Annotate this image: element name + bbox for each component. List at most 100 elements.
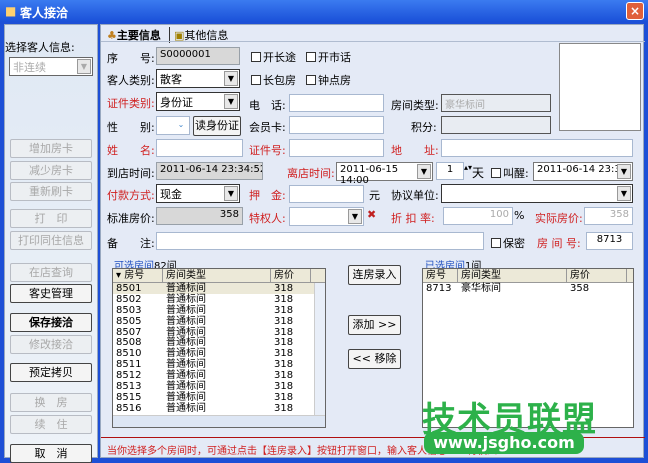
discount-label: 折 扣 率: (391, 212, 435, 225)
room-number-label: 房 间 号: (537, 237, 581, 250)
col-room-no[interactable]: 房号 (423, 269, 458, 282)
col-price[interactable]: 房价 (567, 269, 627, 282)
table-row[interactable]: 8713 豪华标间 358 (423, 283, 633, 294)
vertical-scrollbar[interactable] (314, 283, 325, 415)
room-type-field: 豪华标间 (441, 94, 551, 112)
read-id-card-button[interactable]: 读身份证 (193, 116, 241, 136)
table-cell: 318 (274, 359, 294, 371)
left-button-4[interactable]: 打印同住信息 (10, 231, 92, 250)
confidential-checkbox[interactable]: 保密 (491, 235, 525, 251)
id-type-label: 证件类别: (107, 97, 155, 110)
table-cell: 8513 (116, 381, 142, 393)
standard-price-field: 358 (156, 207, 243, 225)
table-row[interactable]: 8503 普通标间 318 (113, 305, 325, 316)
add-room-button[interactable]: 添加 >> (348, 315, 401, 335)
table-row[interactable]: 8515 普通标间 318 (113, 392, 325, 403)
window-title: 客人接洽 (20, 6, 69, 20)
points-label: 积分: (411, 121, 437, 134)
clear-icon[interactable]: ✖ (367, 208, 376, 221)
actual-price-label: 实际房价: (535, 212, 583, 225)
chevron-down-icon: ▼ (224, 186, 238, 201)
remark-input[interactable] (156, 232, 484, 250)
agreement-unit-select[interactable]: ▼ (441, 184, 633, 203)
table-cell: 318 (274, 283, 294, 294)
table-cell: 318 (274, 402, 294, 414)
serial-field: S0000001 (156, 47, 240, 65)
left-button-9[interactable]: 预定拷贝 (10, 363, 92, 382)
table-cell: 8507 (116, 326, 142, 338)
table-row[interactable]: 8513 普通标间 318 (113, 381, 325, 392)
table-row[interactable]: 8512 普通标间 318 (113, 370, 325, 381)
departure-time-picker[interactable]: 2011-06-15 14:00 ▼ (336, 162, 433, 186)
table-row[interactable]: 8501 普通标间 318 (113, 283, 325, 294)
app-icon: ■ (5, 4, 17, 18)
selected-list-header: 房号 房间类型 房价 (423, 269, 633, 283)
phone-input[interactable] (289, 94, 384, 112)
table-cell: 8501 (116, 283, 142, 294)
discount-input[interactable]: 100 (443, 207, 513, 225)
gender-select[interactable]: ⌄ (156, 116, 190, 135)
left-button-10[interactable]: 换 房 (10, 393, 92, 412)
table-row[interactable]: 8510 普通标间 318 (113, 348, 325, 359)
id-number-input[interactable] (289, 139, 384, 157)
deposit-input[interactable] (289, 185, 364, 203)
name-label: 姓 名: (107, 144, 155, 157)
table-row[interactable]: 8511 普通标间 318 (113, 359, 325, 370)
left-button-5[interactable]: 在店查询 (10, 263, 92, 282)
privileged-select[interactable]: ▼ (289, 207, 364, 226)
left-button-2[interactable]: 重新刷卡 (10, 182, 92, 201)
left-button-12[interactable]: 取 消 (10, 444, 92, 463)
table-row[interactable]: 8507 普通标间 318 (113, 327, 325, 338)
col-price[interactable]: 房价 (271, 269, 311, 282)
horizontal-scrollbar[interactable] (113, 415, 325, 427)
left-button-6[interactable]: 客史管理 (10, 284, 92, 303)
left-button-0[interactable]: 增加房卡 (10, 139, 92, 158)
long-distance-checkbox[interactable]: 开长途 (251, 49, 296, 65)
wake-up-checkbox[interactable]: 叫醒: (491, 165, 529, 181)
address-input[interactable] (441, 139, 633, 157)
table-cell: 普通标间 (166, 293, 206, 305)
col-room-type[interactable]: 房间类型 (458, 269, 567, 282)
table-cell: 普通标间 (166, 283, 206, 294)
remove-room-button[interactable]: << 移除 (348, 349, 401, 369)
payment-select[interactable]: 现金 ▼ (156, 184, 240, 203)
available-rooms-list[interactable]: ▾ 房号 房间类型 房价 8501 普通标间 318 8502 普通标间 318 8503 普通标… (112, 268, 326, 428)
id-type-select[interactable]: 身份证 ▼ (156, 92, 240, 111)
table-cell: 8508 (116, 337, 142, 349)
left-button-1[interactable]: 减少房卡 (10, 161, 92, 180)
table-row[interactable]: 8505 普通标间 318 (113, 316, 325, 327)
wake-time-picker[interactable]: 2011-06-14 23:34 ▼ (533, 162, 633, 181)
table-cell: 普通标间 (166, 359, 206, 371)
remark-label: 备 注: (107, 237, 155, 250)
days-unit: 天 (472, 166, 485, 180)
member-card-input[interactable] (289, 116, 384, 134)
col-room-type[interactable]: 房间类型 (163, 269, 271, 282)
guest-type-select[interactable]: 散客 ▼ (156, 69, 240, 88)
arrival-time-field: 2011-06-14 23:34:52 (156, 162, 263, 180)
long-lease-checkbox[interactable]: 长包房 (251, 72, 296, 88)
left-button-11[interactable]: 续 住 (10, 415, 92, 434)
close-button[interactable]: × (626, 2, 644, 20)
table-cell: 8516 (116, 402, 142, 414)
table-cell: 318 (274, 381, 294, 393)
room-number-input[interactable]: 8713 (586, 232, 633, 250)
table-cell: 318 (274, 348, 294, 360)
city-call-checkbox[interactable]: 开市话 (306, 49, 351, 65)
left-button-7[interactable]: 保存接洽 (10, 313, 92, 332)
table-row[interactable]: 8502 普通标间 318 (113, 294, 325, 305)
multi-room-entry-button[interactable]: 连房录入 (348, 265, 401, 285)
left-button-8[interactable]: 修改接洽 (10, 335, 92, 354)
left-panel: 选择客人信息: 非连续 ▼ 增加房卡 减少房卡 重新刷卡打 印打印同住信息 在店查询 客史… (4, 24, 98, 463)
col-room-no[interactable]: ▾ 房号 (113, 269, 163, 282)
days-stepper[interactable]: 1 (436, 162, 464, 180)
table-row[interactable]: 8508 普通标间 318 (113, 337, 325, 349)
name-input[interactable] (156, 139, 243, 157)
hourly-checkbox[interactable]: 钟点房 (306, 72, 351, 88)
table-cell: 8515 (116, 391, 142, 403)
table-cell: 318 (274, 391, 294, 403)
left-button-3[interactable]: 打 印 (10, 209, 92, 228)
guest-select[interactable]: 非连续 ▼ (9, 57, 93, 76)
address-label: 地 址: (391, 144, 439, 157)
stepper-arrows-icon[interactable]: ▴▾ (464, 163, 472, 172)
table-row[interactable]: 8516 普通标间 318 (113, 403, 325, 414)
